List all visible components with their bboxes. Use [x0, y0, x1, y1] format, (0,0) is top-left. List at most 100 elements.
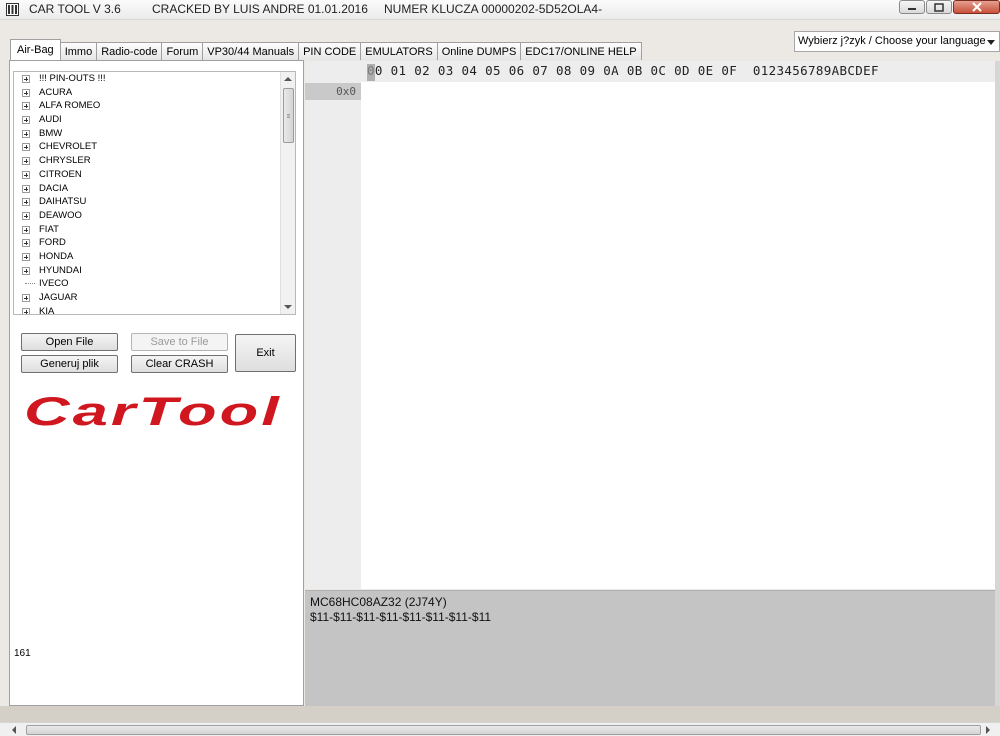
window-title: CAR TOOL V 3.6 — [29, 2, 121, 16]
expand-icon[interactable] — [22, 211, 30, 220]
tree-item[interactable]: FIAT — [14, 223, 282, 237]
tab-forum[interactable]: Forum — [161, 42, 204, 60]
expand-icon[interactable] — [22, 129, 30, 138]
tree-scrollbar[interactable] — [280, 72, 295, 314]
scroll-up-icon[interactable] — [284, 77, 292, 81]
maximize-icon — [934, 2, 944, 12]
tree-list: !!! PIN-OUTS !!! ACURA ALFA ROMEO AUDI BMW CH… — [14, 72, 282, 315]
hex-address-gutter — [305, 61, 361, 589]
language-select[interactable]: Wybierz j?zyk / Choose your language — [794, 31, 1000, 52]
tree-item[interactable]: AUDI — [14, 113, 282, 127]
tab-pin-code[interactable]: PIN CODE — [298, 42, 362, 60]
save-to-file-button[interactable]: Save to File — [131, 333, 228, 351]
scroll-thumb[interactable] — [283, 88, 294, 143]
vehicle-tree[interactable]: !!! PIN-OUTS !!! ACURA ALFA ROMEO AUDI BMW CH… — [13, 71, 296, 315]
left-panel: !!! PIN-OUTS !!! ACURA ALFA ROMEO AUDI BMW CH… — [9, 60, 304, 706]
close-button[interactable] — [953, 0, 1000, 14]
tab-immo[interactable]: Immo — [59, 42, 98, 60]
tree-item-label: CHEVROLET — [39, 141, 98, 153]
exit-button[interactable]: Exit — [235, 334, 296, 372]
tree-item-label: DAIHATSU — [39, 196, 87, 208]
open-file-button[interactable]: Open File — [21, 333, 118, 351]
tree-item-label: KIA — [39, 305, 55, 315]
tree-item-label: ACURA — [39, 86, 73, 98]
tab-edc17-help[interactable]: EDC17/ONLINE HELP — [520, 42, 642, 60]
expand-icon[interactable] — [22, 88, 30, 97]
chevron-down-icon — [987, 40, 995, 45]
app-icon — [6, 3, 19, 16]
tree-line-icon — [25, 283, 35, 285]
tree-item-label: CHRYSLER — [39, 155, 91, 167]
tree-item[interactable]: CHRYSLER — [14, 154, 282, 168]
tab-vp30-manuals[interactable]: VP30/44 Manuals — [202, 42, 300, 60]
expand-icon[interactable] — [22, 294, 30, 302]
expand-icon[interactable] — [22, 170, 30, 179]
tree-item[interactable]: BMW — [14, 127, 282, 141]
cartool-logo: CarTool — [24, 390, 280, 434]
expand-icon[interactable] — [22, 225, 30, 234]
tree-item[interactable]: DAIHATSU — [14, 195, 282, 209]
tab-online-dumps[interactable]: Online DUMPS — [436, 42, 522, 60]
maximize-button[interactable] — [926, 0, 952, 14]
tree-item[interactable]: FORD — [14, 236, 282, 250]
expand-icon[interactable] — [22, 252, 30, 261]
hex-column-header: 00 01 02 03 04 05 06 07 08 09 0A 0B 0C 0… — [361, 61, 995, 82]
scroll-right-icon[interactable] — [986, 726, 990, 734]
tree-item[interactable]: HONDA — [14, 250, 282, 264]
tab-emulators[interactable]: EMULATORS — [360, 42, 438, 60]
grip-icon — [287, 114, 290, 118]
close-icon — [971, 2, 982, 12]
tree-item[interactable]: DACIA — [14, 182, 282, 196]
tree-item[interactable]: ALFA ROMEO — [14, 99, 282, 113]
tree-item-label: AUDI — [39, 114, 62, 126]
expand-icon[interactable] — [22, 307, 30, 314]
minimize-icon — [908, 8, 916, 10]
tree-item-label: IVECO — [39, 278, 69, 290]
tree-item-label: DACIA — [39, 182, 69, 194]
expand-icon[interactable] — [22, 198, 30, 207]
tree-item-label: JAGUAR — [39, 292, 78, 303]
minimize-button[interactable] — [899, 0, 925, 14]
scroll-left-icon[interactable] — [12, 726, 16, 734]
tree-item-label: CITROEN — [39, 168, 82, 180]
tree-item[interactable]: CHEVROLET — [14, 140, 282, 154]
status-bar — [0, 706, 1000, 722]
expand-icon[interactable] — [22, 116, 30, 125]
expand-icon[interactable] — [22, 157, 30, 166]
tree-item[interactable]: HYUNDAI — [14, 264, 282, 278]
generate-file-button[interactable]: Generuj plik — [21, 355, 118, 373]
window-title-key: NUMER KLUCZA 00000202-5D52OLA4- — [384, 2, 603, 16]
tab-air-bag[interactable]: Air-Bag — [10, 39, 61, 60]
expand-icon[interactable] — [22, 75, 30, 83]
right-border — [995, 61, 1000, 706]
language-select-value: Wybierz j?zyk / Choose your language — [798, 35, 986, 47]
tab-radio-code[interactable]: Radio-code — [96, 42, 163, 60]
horizontal-scroll-thumb[interactable] — [26, 725, 981, 735]
tree-item[interactable]: DEAWOO — [14, 209, 282, 223]
expand-icon[interactable] — [22, 266, 30, 275]
hex-editor[interactable]: 00 01 02 03 04 05 06 07 08 09 0A 0B 0C 0… — [305, 61, 995, 589]
scroll-down-icon[interactable] — [284, 305, 292, 309]
tree-item-label: DEAWOO — [39, 209, 82, 221]
expand-icon[interactable] — [22, 184, 30, 193]
window-title-crack: CRACKED BY LUIS ANDRE 01.01.2016 — [152, 2, 368, 16]
tree-item[interactable]: !!! PIN-OUTS !!! — [14, 72, 282, 86]
tree-item-label: BMW — [39, 127, 63, 139]
clear-crash-button[interactable]: Clear CRASH — [131, 355, 228, 373]
tree-item-label: HYUNDAI — [39, 264, 82, 276]
expand-icon[interactable] — [22, 102, 30, 111]
chip-data: $11-$11-$11-$11-$11-$11-$11-$11 — [310, 610, 492, 624]
tree-item[interactable]: KIA — [14, 305, 282, 315]
tree-item[interactable]: JAGUAR — [14, 291, 282, 305]
tree-item-label: HONDA — [39, 250, 74, 262]
expand-icon[interactable] — [22, 239, 30, 248]
horizontal-scrollbar[interactable] — [0, 722, 1000, 736]
tree-item[interactable]: CITROEN — [14, 168, 282, 182]
chip-name: MC68HC08AZ32 (2J74Y) — [310, 595, 447, 609]
expand-icon[interactable] — [22, 143, 30, 152]
title-bar: CAR TOOL V 3.6 CRACKED BY LUIS ANDRE 01.… — [0, 0, 1000, 20]
tab-strip: Air-Bag Immo Radio-code Forum VP30/44 Ma… — [10, 39, 642, 60]
tree-item[interactable]: IVECO — [14, 277, 282, 291]
hex-row-address: 0x0 — [305, 83, 361, 100]
tree-item[interactable]: ACURA — [14, 86, 282, 100]
